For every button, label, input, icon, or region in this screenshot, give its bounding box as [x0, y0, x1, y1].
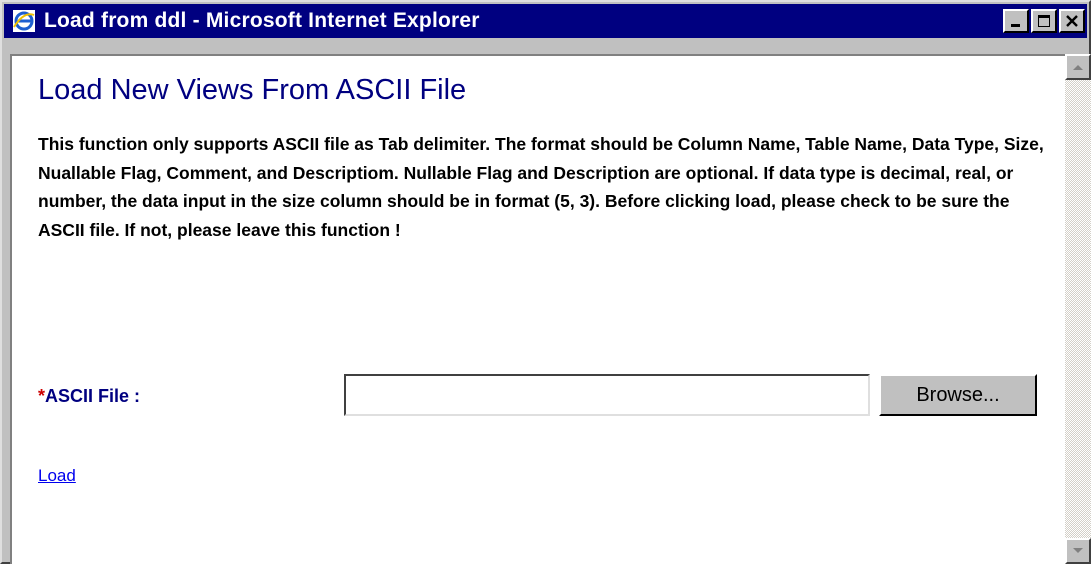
- maximize-icon: [1038, 15, 1050, 27]
- required-marker: *: [38, 386, 46, 406]
- maximize-button[interactable]: [1031, 9, 1057, 33]
- ascii-file-label: *ASCII File :: [38, 386, 140, 407]
- page-content: Load New Views From ASCII File This func…: [10, 54, 1065, 564]
- vertical-scrollbar[interactable]: [1065, 54, 1091, 564]
- instructions-text: This function only supports ASCII file a…: [38, 134, 1044, 240]
- browser-window: Load from ddl - Microsoft Internet Explo…: [0, 0, 1091, 564]
- page-title: Load New Views From ASCII File: [38, 74, 467, 106]
- close-icon: [1066, 15, 1078, 27]
- scroll-up-icon: [1073, 65, 1083, 70]
- scroll-down-button[interactable]: [1065, 538, 1091, 564]
- close-button[interactable]: [1059, 9, 1085, 33]
- window-title: Load from ddl - Microsoft Internet Explo…: [44, 9, 480, 32]
- minimize-button[interactable]: [1003, 9, 1029, 33]
- scroll-down-icon: [1073, 548, 1083, 553]
- title-bar[interactable]: Load from ddl - Microsoft Internet Explo…: [4, 4, 1087, 38]
- internet-explorer-icon: [12, 9, 36, 33]
- browse-button[interactable]: Browse...: [879, 374, 1037, 416]
- load-link[interactable]: Load: [38, 466, 76, 486]
- window-controls: [1003, 9, 1085, 33]
- file-upload-row: *ASCII File : Browse...: [38, 374, 1048, 418]
- minimize-icon: [1011, 24, 1020, 27]
- scroll-up-button[interactable]: [1065, 54, 1091, 80]
- ascii-file-input[interactable]: [344, 374, 870, 416]
- ascii-file-label-text: ASCII File :: [45, 386, 141, 406]
